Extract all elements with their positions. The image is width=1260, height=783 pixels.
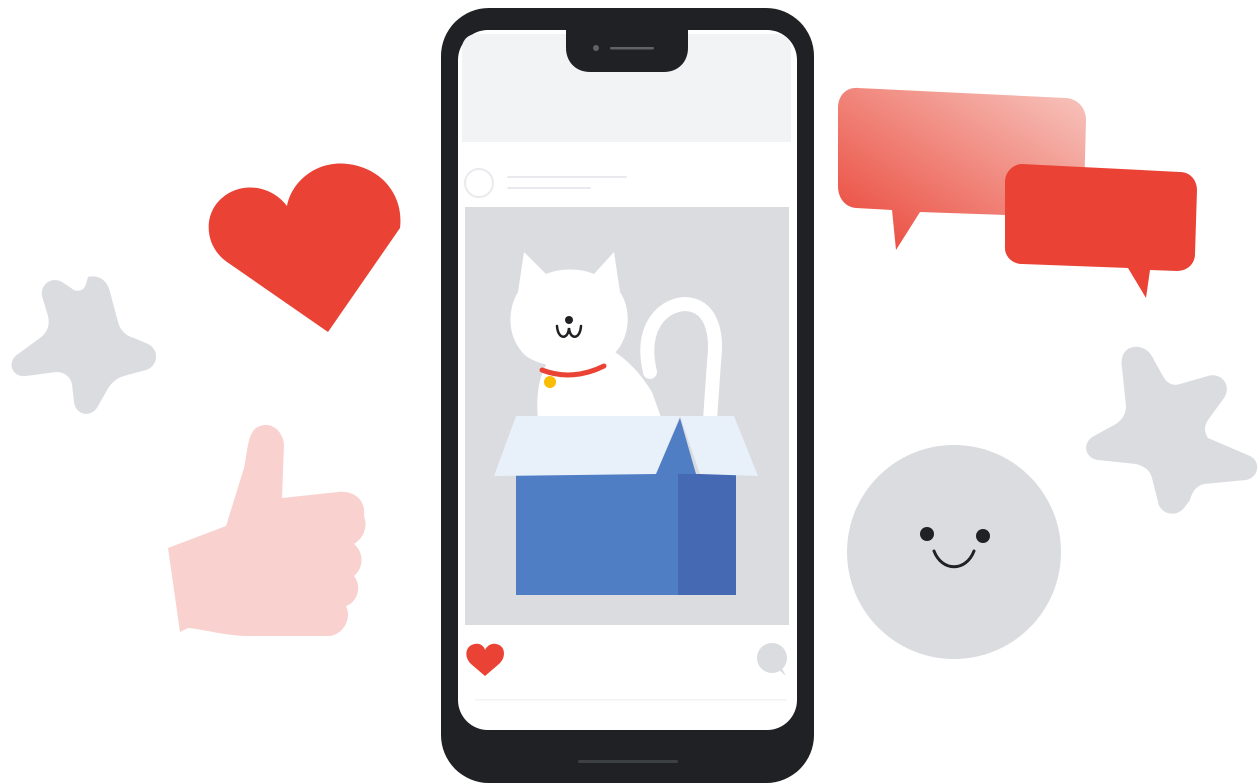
social-media-illustration bbox=[11, 8, 1258, 783]
phone bbox=[441, 8, 814, 783]
star-icon bbox=[11, 276, 157, 414]
post-divider bbox=[475, 699, 787, 701]
comment-button[interactable] bbox=[757, 643, 787, 673]
smiley-face-icon bbox=[847, 445, 1061, 659]
box-flap-left bbox=[494, 416, 680, 476]
box-front bbox=[516, 474, 680, 595]
box-illustration bbox=[494, 416, 758, 595]
box-side bbox=[678, 474, 736, 595]
heart-icon bbox=[208, 163, 401, 332]
post-meta-placeholder bbox=[507, 187, 591, 189]
speaker-grille bbox=[610, 47, 654, 50]
thumbs-up-icon bbox=[168, 424, 366, 636]
home-indicator[interactable] bbox=[578, 760, 678, 763]
avatar-icon[interactable] bbox=[464, 168, 494, 198]
cat-nose bbox=[565, 316, 573, 324]
star-icon bbox=[1086, 346, 1258, 514]
post-author-placeholder bbox=[507, 176, 627, 178]
cat-bell bbox=[544, 376, 556, 388]
phone-notch bbox=[566, 28, 688, 72]
camera-icon bbox=[593, 45, 599, 51]
speech-bubble-icon bbox=[1004, 164, 1197, 298]
